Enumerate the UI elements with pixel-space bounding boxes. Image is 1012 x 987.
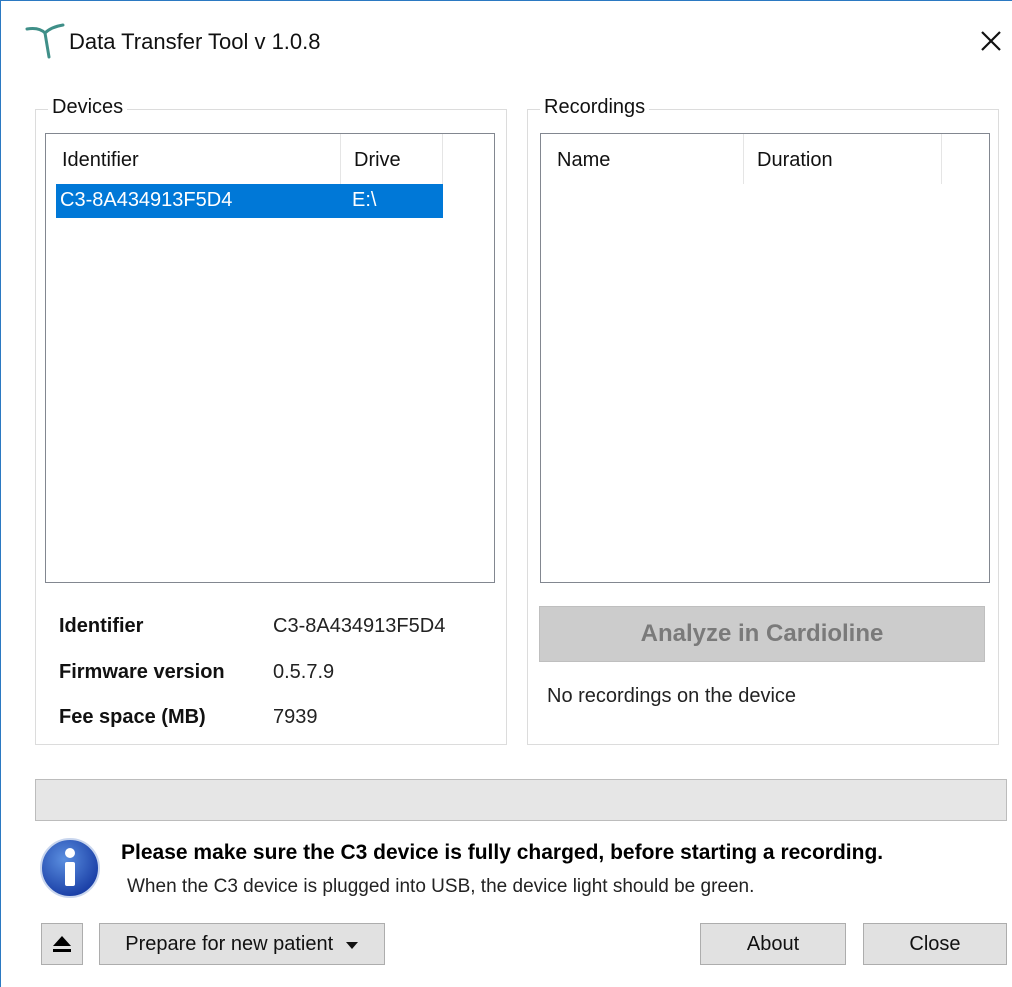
- recordings-group-label: Recordings: [540, 96, 650, 119]
- close-window-icon[interactable]: [973, 23, 1009, 59]
- column-header-duration[interactable]: Duration: [743, 134, 941, 182]
- prepare-for-new-patient-button[interactable]: Prepare for new patient: [99, 923, 385, 965]
- about-button[interactable]: About: [700, 923, 846, 965]
- app-logo-icon: [25, 23, 65, 59]
- title-bar: Data Transfer Tool v 1.0.8: [1, 1, 1012, 79]
- analyze-button[interactable]: Analyze in Cardioline: [539, 606, 985, 662]
- message-text: When the C3 device is plugged into USB, …: [127, 876, 755, 897]
- column-separator: [442, 134, 443, 184]
- column-header-name[interactable]: Name: [543, 134, 743, 182]
- info-icon: [40, 838, 100, 898]
- column-separator: [941, 134, 942, 184]
- progress-bar: [35, 779, 1007, 821]
- eject-button[interactable]: [41, 923, 83, 965]
- firmware-value: 0.5.7.9: [273, 661, 335, 683]
- device-row-drive: E:\: [352, 189, 377, 211]
- devices-list[interactable]: Identifier Drive C3-8A434913F5D4 E:\: [45, 133, 495, 583]
- free-space-value: 7939: [273, 706, 318, 728]
- close-button[interactable]: Close: [863, 923, 1007, 965]
- recordings-status-text: No recordings on the device: [547, 685, 797, 707]
- recordings-list[interactable]: Name Duration: [540, 133, 990, 583]
- eject-icon: [53, 936, 71, 952]
- dropdown-arrow-icon: [345, 941, 358, 949]
- device-row[interactable]: C3-8A434913F5D4 E:\: [56, 184, 443, 218]
- window-title: Data Transfer Tool v 1.0.8: [69, 29, 321, 54]
- prepare-button-label: Prepare for new patient: [125, 933, 334, 955]
- message-bold-text: Please make sure the C3 device is fully …: [121, 841, 884, 864]
- free-space-label: Fee space (MB): [59, 706, 206, 728]
- firmware-label: Firmware version: [59, 661, 225, 683]
- column-header-drive[interactable]: Drive: [340, 134, 442, 182]
- devices-group-label: Devices: [48, 96, 128, 119]
- identifier-value: C3-8A434913F5D4: [273, 615, 446, 637]
- column-header-identifier[interactable]: Identifier: [48, 134, 340, 182]
- identifier-label: Identifier: [59, 615, 144, 637]
- device-row-identifier: C3-8A434913F5D4: [60, 189, 233, 211]
- app-window: Data Transfer Tool v 1.0.8 Devices Ident…: [0, 0, 1012, 987]
